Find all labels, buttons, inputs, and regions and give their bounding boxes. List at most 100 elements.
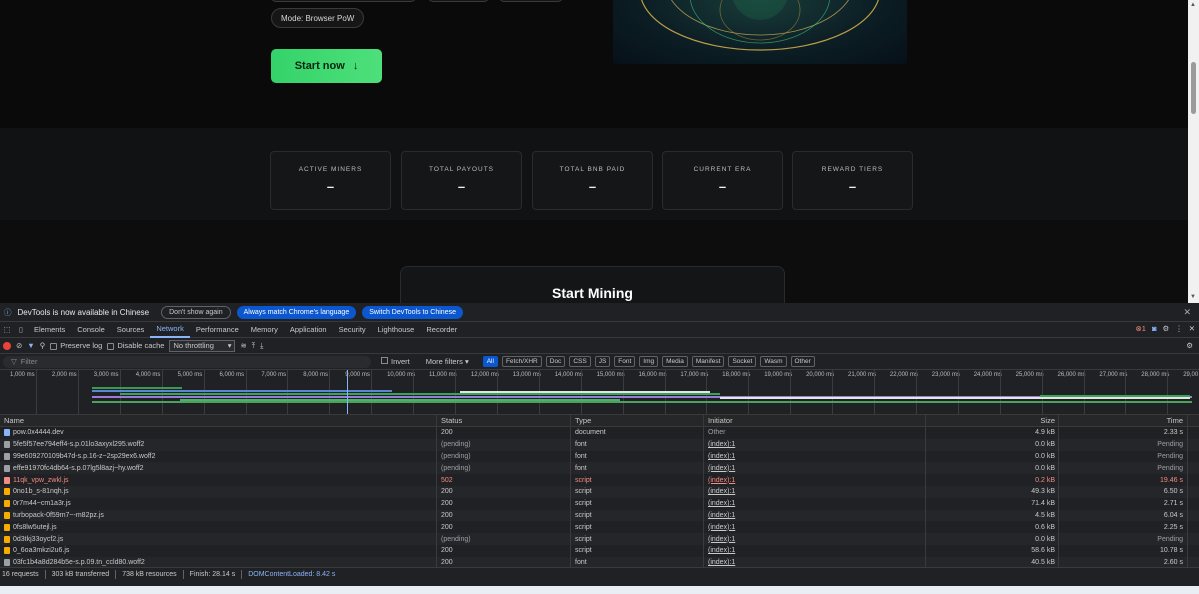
inspect-icon[interactable]: ⬚: [0, 325, 14, 334]
request-row[interactable]: turbopack-0f59m7~-m82pz.js 200 script (inde…: [0, 509, 1199, 522]
request-initiator[interactable]: (index):1: [704, 462, 926, 475]
request-size: 0.0 kB: [926, 462, 1059, 475]
tab-sources[interactable]: Sources: [111, 322, 151, 338]
request-row[interactable]: pow.0x4444.dev 200 document Other 4.9 kB 2.33…: [0, 427, 1199, 439]
timeline-request-bar: [1040, 395, 1190, 397]
record-icon[interactable]: [3, 341, 11, 350]
export-har-icon[interactable]: ⤓: [260, 341, 263, 351]
filter-chip-media[interactable]: Media: [662, 356, 688, 367]
timeline-tick-label: 16,000 ms: [638, 372, 667, 378]
filter-chip-all[interactable]: All: [482, 356, 498, 367]
stat-label: CURRENT ERA: [693, 166, 752, 173]
throttling-select[interactable]: No throttling ▾: [169, 339, 236, 352]
tab-memory[interactable]: Memory: [245, 322, 284, 338]
tab-lighthouse[interactable]: Lighthouse: [372, 322, 421, 338]
switch-language-button[interactable]: Switch DevTools to Chinese: [362, 305, 463, 319]
request-initiator[interactable]: (index):1: [704, 556, 926, 567]
tab-console[interactable]: Console: [71, 322, 111, 338]
dont-show-again-button[interactable]: Don't show again: [161, 305, 231, 319]
start-mining-title: Start Mining: [552, 285, 633, 301]
request-row[interactable]: 0no1b_s-81nqh.js 200 script (index):1 49.3 k…: [0, 485, 1199, 498]
settings-gear-icon[interactable]: ⚙: [1162, 324, 1169, 333]
import-har-icon[interactable]: ⤒: [252, 341, 255, 351]
request-initiator[interactable]: (index):1: [704, 474, 926, 486]
tab-elements[interactable]: Elements: [28, 322, 71, 338]
column-time[interactable]: Time: [1059, 415, 1188, 426]
network-settings-gear-icon[interactable]: ⚙: [1186, 341, 1193, 350]
filter-icon[interactable]: ▼: [27, 341, 34, 350]
summary-transferred: 303 kB transferred: [51, 570, 110, 578]
preserve-log-checkbox[interactable]: Preserve log: [50, 341, 102, 350]
close-icon[interactable]: ✕: [1183, 307, 1191, 318]
start-now-button[interactable]: Start now ↓: [271, 49, 382, 83]
timeline-request-bar: [460, 391, 710, 393]
match-language-button[interactable]: Always match Chrome's language: [236, 305, 357, 319]
scrollbar-thumb[interactable]: [1191, 62, 1196, 114]
font-file-icon: [4, 441, 10, 449]
filter-chip-manifest[interactable]: Manifest: [691, 356, 725, 367]
request-initiator[interactable]: (index):1: [704, 544, 926, 557]
request-row[interactable]: 03fc1b4a8d284b5e-s.p.09.tn_ccld80.woff2 2…: [0, 556, 1199, 567]
request-initiator[interactable]: (index):1: [704, 450, 926, 463]
disable-cache-checkbox[interactable]: Disable cache: [107, 341, 164, 350]
request-type: script: [571, 533, 704, 545]
request-initiator[interactable]: (index):1: [704, 533, 926, 545]
column-status[interactable]: Status: [437, 415, 571, 426]
request-row[interactable]: 5fe5f57ee794eff4-s.p.01lo3axyxl295.woff2…: [0, 438, 1199, 451]
request-initiator[interactable]: (index):1: [704, 521, 926, 534]
device-toolbar-icon[interactable]: ▯: [14, 325, 28, 334]
column-size[interactable]: Size: [926, 415, 1059, 426]
tab-performance[interactable]: Performance: [190, 322, 245, 338]
filter-input[interactable]: ▽ Filter: [3, 355, 371, 368]
column-name[interactable]: Name: [0, 415, 437, 426]
request-initiator[interactable]: (index):1: [704, 509, 926, 522]
error-badge[interactable]: ⊗1: [1135, 324, 1145, 333]
filter-chip-other[interactable]: Other: [790, 356, 815, 367]
request-row[interactable]: 0d3tkj33oycf2.js (pending) script (index):1…: [0, 533, 1199, 545]
request-initiator[interactable]: (index):1: [704, 497, 926, 510]
tab-application[interactable]: Application: [284, 322, 333, 338]
network-overview-timeline[interactable]: 1,000 ms 2,000 ms 3,000 ms 4,000 ms 5,000 ms…: [0, 370, 1199, 415]
tab-network[interactable]: Network: [150, 322, 190, 338]
request-initiator[interactable]: (index):1: [704, 438, 926, 451]
network-conditions-icon[interactable]: ≋: [240, 341, 246, 350]
clear-icon[interactable]: ⊘: [16, 341, 22, 350]
filter-chip-css[interactable]: CSS: [569, 356, 591, 367]
scroll-up-icon[interactable]: ▲: [1190, 2, 1196, 8]
column-type[interactable]: Type: [571, 415, 704, 426]
tab-recorder[interactable]: Recorder: [420, 322, 463, 338]
request-row[interactable]: 0fs8lw5utejl.js 200 script (index):1 0.6 kB 2…: [0, 521, 1199, 534]
search-icon[interactable]: ⚲: [40, 341, 46, 350]
invert-checkbox[interactable]: Invert: [381, 357, 410, 366]
stat-card-reward-tiers: REWARD TIERS –: [792, 151, 913, 210]
filter-chip-img[interactable]: Img: [639, 356, 659, 367]
tab-security[interactable]: Security: [333, 322, 372, 338]
more-filters-dropdown[interactable]: More filters ▾: [426, 357, 469, 366]
request-row[interactable]: 0r7m44~cm1a3r.js 200 script (index):1 71.4 k…: [0, 497, 1199, 510]
request-time: 2.33 s: [1059, 427, 1188, 439]
request-time: 2.71 s: [1059, 497, 1188, 510]
request-row[interactable]: 99e609270109b47d-s.p.16-z~2sp29ex6.woff2…: [0, 450, 1199, 463]
close-devtools-icon[interactable]: ✕: [1189, 324, 1195, 333]
column-initiator[interactable]: Initiator: [704, 415, 926, 426]
timeline-tick-label: 22,000 ms: [889, 372, 918, 378]
more-options-icon[interactable]: ⋮: [1175, 324, 1183, 333]
scroll-down-icon[interactable]: ▼: [1190, 294, 1196, 300]
filter-chip-wasm[interactable]: Wasm: [760, 356, 787, 367]
request-row[interactable]: 0_6oa3mkzi2u6.js 200 script (index):1 58.6 k…: [0, 544, 1199, 557]
font-file-icon: [4, 559, 10, 567]
filter-chip-fetch-xhr[interactable]: Fetch/XHR: [501, 356, 542, 367]
hero-section: Mode: Browser PoW Start now ↓: [0, 0, 1188, 128]
page-scrollbar[interactable]: ▲ ▼: [1188, 0, 1199, 303]
filter-chip-doc[interactable]: Doc: [545, 356, 566, 367]
request-row[interactable]: 11qk_vpw_zwkl.js 502 script (index):1 0.2 kB…: [0, 474, 1199, 486]
stat-label: TOTAL BNB PAID: [559, 166, 626, 173]
filter-chip-socket[interactable]: Socket: [728, 356, 757, 367]
request-row[interactable]: effe91970fc4db64-s.p.07lg5l8azj~hy.woff2…: [0, 462, 1199, 475]
request-initiator[interactable]: (index):1: [704, 485, 926, 498]
filter-chip-font[interactable]: Font: [614, 356, 636, 367]
timeline-tick-label: 21,000 ms: [848, 372, 877, 378]
network-summary-bar: 16 requests 303 kB transferred 738 kB re…: [0, 567, 1199, 580]
sync-icon[interactable]: ◙: [1152, 324, 1157, 333]
filter-chip-js[interactable]: JS: [594, 356, 611, 367]
